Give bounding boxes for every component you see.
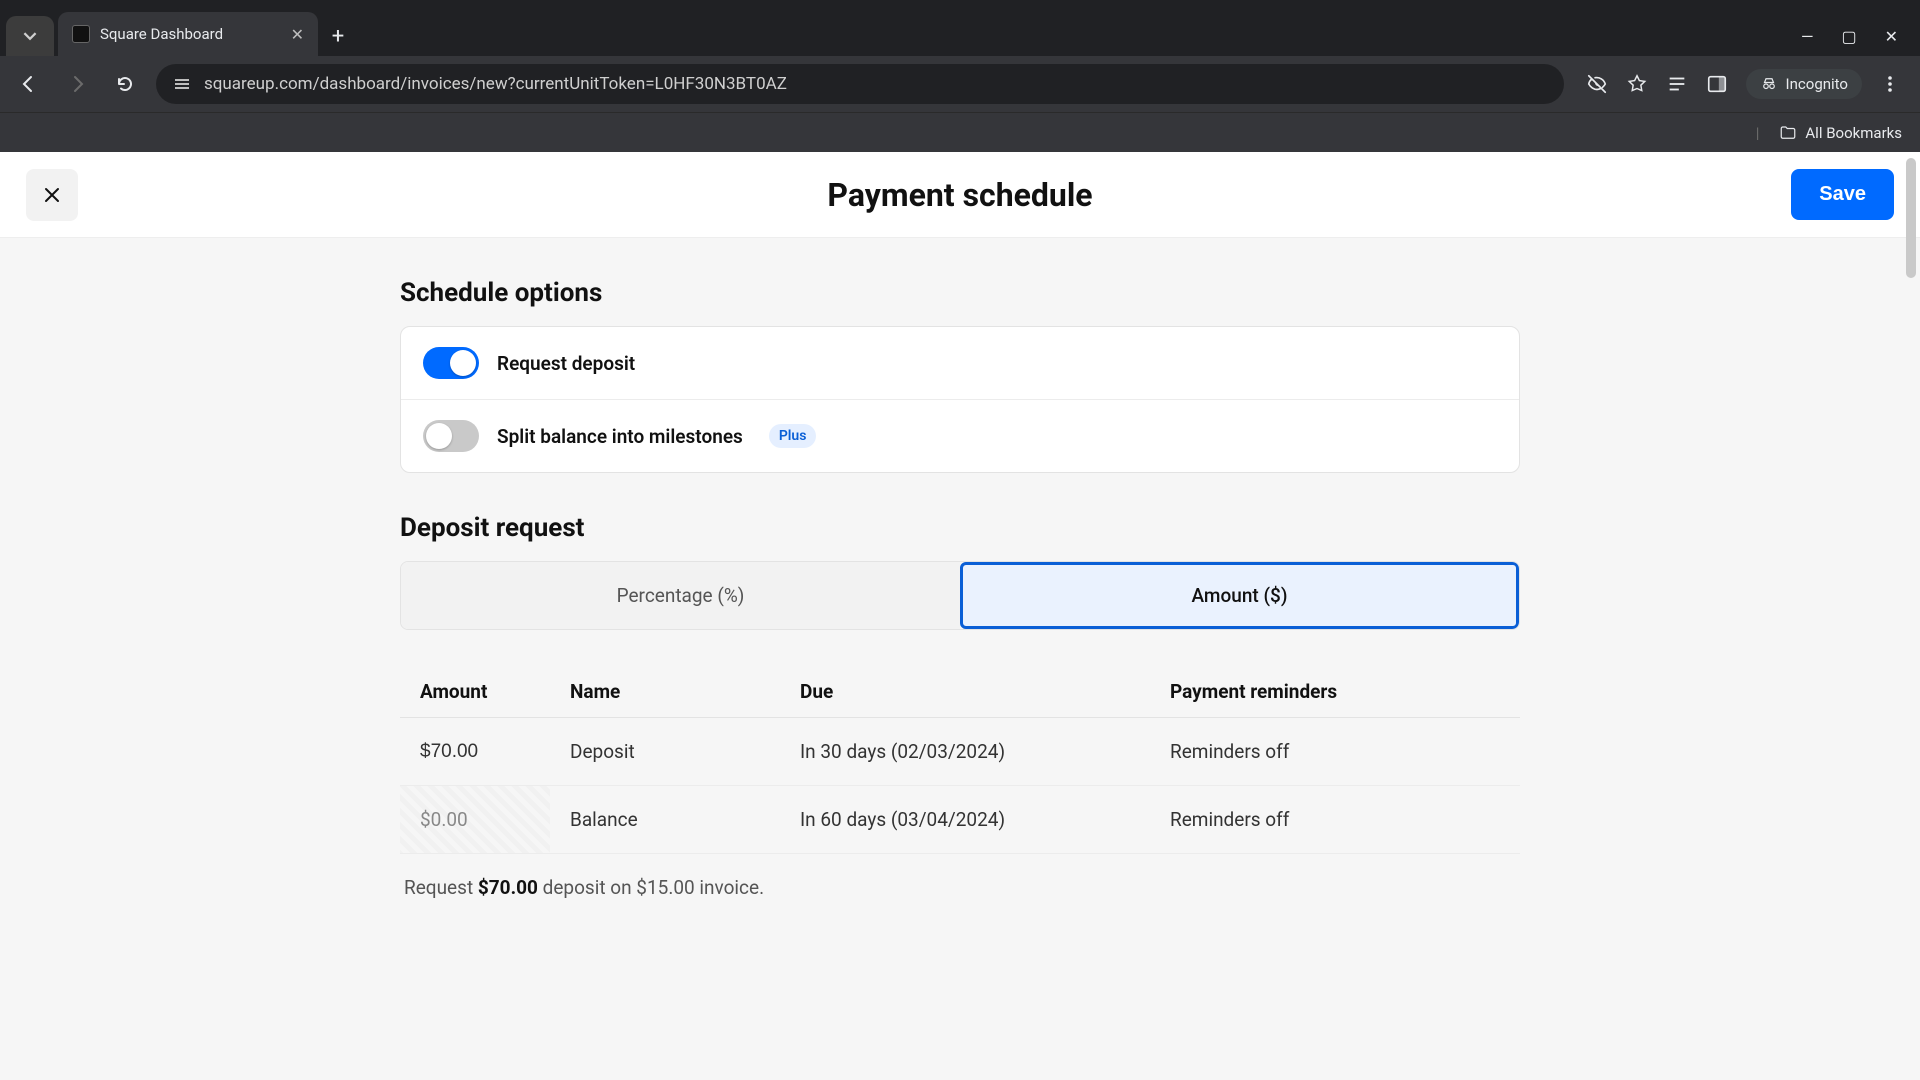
col-reminders: Payment reminders: [1150, 666, 1520, 718]
schedule-options-section: Schedule options Request deposit Split b…: [400, 238, 1520, 473]
table-header-row: Amount Name Due Payment reminders: [400, 666, 1520, 718]
schedule-options-heading: Schedule options: [400, 278, 1520, 308]
scrollbar-vertical[interactable]: [1904, 152, 1918, 1080]
address-bar[interactable]: squareup.com/dashboard/invoices/new?curr…: [156, 64, 1564, 104]
deposit-request-section: Deposit request Percentage (%) Amount ($…: [400, 473, 1520, 959]
tab-title: Square Dashboard: [100, 25, 223, 43]
tab-favicon: [72, 25, 90, 43]
site-settings-icon[interactable]: [172, 74, 192, 94]
request-deposit-label: Request deposit: [497, 352, 635, 375]
summary-amount: $70.00: [478, 876, 538, 899]
eye-off-icon[interactable]: [1586, 73, 1608, 95]
plus-badge: Plus: [769, 424, 817, 448]
deposit-name-cell: Deposit: [550, 718, 780, 786]
deposit-type-tabs: Percentage (%) Amount ($): [400, 561, 1520, 630]
nav-forward-button: [60, 67, 94, 101]
col-amount: Amount: [400, 666, 550, 718]
deposit-table: Amount Name Due Payment reminders Deposi…: [400, 666, 1520, 854]
nav-back-button[interactable]: [12, 67, 46, 101]
tab-percentage[interactable]: Percentage (%): [401, 562, 960, 629]
scrollbar-thumb[interactable]: [1906, 158, 1916, 278]
all-bookmarks-link[interactable]: All Bookmarks: [1805, 124, 1902, 142]
deposit-due-link[interactable]: In 30 days (02/03/2024): [780, 718, 1150, 786]
save-button[interactable]: Save: [1791, 169, 1894, 220]
tab-search-dropdown[interactable]: [6, 16, 54, 56]
browser-tab-strip: Square Dashboard ✕ + — ▢ ✕: [0, 0, 1920, 56]
window-controls: — ▢ ✕: [1801, 27, 1920, 56]
bookmarks-bar: | All Bookmarks: [0, 112, 1920, 152]
summary-suffix: deposit on $15.00 invoice.: [538, 876, 764, 899]
col-name: Name: [550, 666, 780, 718]
deposit-amount-cell: [400, 718, 550, 786]
request-deposit-toggle[interactable]: [423, 347, 479, 379]
window-close-icon[interactable]: ✕: [1885, 27, 1898, 46]
table-row: $0.00 Balance In 60 days (03/04/2024) Re…: [400, 786, 1520, 854]
modal-header: Payment schedule Save: [0, 152, 1920, 238]
folder-icon: [1779, 124, 1797, 142]
new-tab-button[interactable]: +: [318, 16, 358, 56]
deposit-amount-input[interactable]: [420, 741, 530, 763]
incognito-indicator[interactable]: Incognito: [1746, 69, 1862, 99]
bookmark-star-icon[interactable]: [1626, 73, 1648, 95]
window-minimize-icon[interactable]: —: [1801, 27, 1814, 46]
balance-due-link[interactable]: In 60 days (03/04/2024): [780, 786, 1150, 854]
browser-tab[interactable]: Square Dashboard ✕: [58, 12, 318, 56]
deposit-reminders-link[interactable]: Reminders off: [1150, 718, 1520, 786]
modal-body: Schedule options Request deposit Split b…: [0, 238, 1920, 1080]
balance-reminders-link[interactable]: Reminders off: [1150, 786, 1520, 854]
reading-list-icon[interactable]: [1666, 73, 1688, 95]
close-button[interactable]: [26, 169, 78, 221]
tab-amount[interactable]: Amount ($): [960, 562, 1519, 629]
app-viewport: Payment schedule Save Schedule options R…: [0, 152, 1920, 1080]
option-request-deposit: Request deposit: [401, 327, 1519, 399]
window-maximize-icon[interactable]: ▢: [1841, 27, 1856, 46]
balance-amount-cell: $0.00: [400, 786, 550, 854]
tab-close-icon[interactable]: ✕: [291, 25, 304, 44]
option-split-milestones: Split balance into milestones Plus: [401, 399, 1519, 472]
deposit-request-heading: Deposit request: [400, 513, 1520, 543]
side-panel-icon[interactable]: [1706, 73, 1728, 95]
browser-menu-icon[interactable]: [1880, 74, 1900, 94]
balance-name-cell: Balance: [550, 786, 780, 854]
nav-reload-button[interactable]: [108, 67, 142, 101]
summary-prefix: Request: [404, 876, 478, 899]
schedule-options-card: Request deposit Split balance into miles…: [400, 326, 1520, 473]
split-milestones-label: Split balance into milestones: [497, 425, 743, 448]
page-title: Payment schedule: [827, 176, 1092, 214]
deposit-summary: Request $70.00 deposit on $15.00 invoice…: [400, 854, 1520, 959]
browser-toolbar: squareup.com/dashboard/invoices/new?curr…: [0, 56, 1920, 112]
col-due: Due: [780, 666, 1150, 718]
table-row: Deposit In 30 days (02/03/2024) Reminder…: [400, 718, 1520, 786]
address-url: squareup.com/dashboard/invoices/new?curr…: [204, 74, 787, 94]
incognito-label: Incognito: [1786, 75, 1848, 93]
split-milestones-toggle[interactable]: [423, 420, 479, 452]
